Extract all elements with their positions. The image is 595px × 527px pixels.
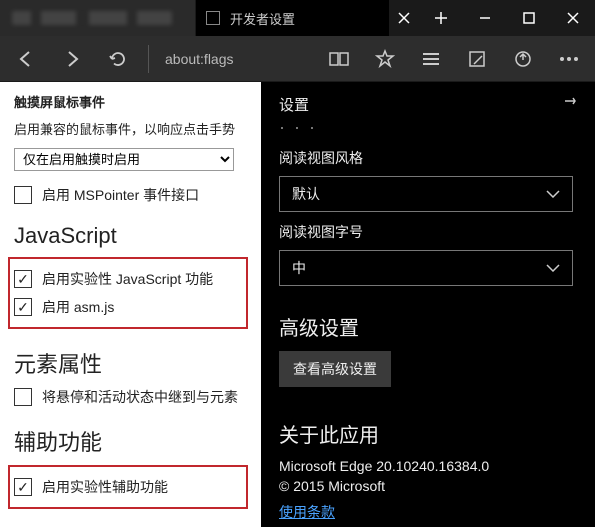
- a11y-heading: 辅助功能: [14, 425, 259, 457]
- panel-overflow-dots: · · ·: [279, 117, 573, 138]
- copyright-text: © 2015 Microsoft: [279, 478, 573, 494]
- touch-section-title: 触摸屏鼠标事件: [14, 92, 259, 111]
- tab-title: 开发者设置: [230, 9, 295, 28]
- mspointer-label: 启用 MSPointer 事件接口: [42, 185, 199, 205]
- a11y-experimental-label: 启用实验性辅助功能: [42, 477, 168, 497]
- settings-panel: 设置 · · · 阅读视图风格 默认 阅读视图字号 中 高级设置 查看高级设置 …: [261, 82, 595, 527]
- share-icon[interactable]: [503, 39, 543, 79]
- pin-icon[interactable]: [563, 94, 577, 113]
- minimize-button[interactable]: [463, 0, 507, 36]
- reading-style-value: 默认: [292, 184, 320, 204]
- reading-font-select[interactable]: 中: [279, 250, 573, 286]
- about-heading: 关于此应用: [279, 419, 573, 448]
- forward-button[interactable]: [52, 39, 92, 79]
- version-text: Microsoft Edge 20.10240.16384.0: [279, 458, 573, 474]
- mspointer-checkbox[interactable]: [14, 186, 32, 204]
- reading-style-label: 阅读视图风格: [279, 148, 573, 168]
- new-tab-button[interactable]: [419, 0, 463, 36]
- toolbar-separator: [148, 45, 149, 73]
- reading-view-icon[interactable]: [319, 39, 359, 79]
- more-icon[interactable]: [549, 39, 589, 79]
- address-bar[interactable]: about:flags: [159, 51, 313, 67]
- maximize-button[interactable]: [507, 0, 551, 36]
- terms-link[interactable]: 使用条款: [279, 502, 335, 522]
- javascript-heading: JavaScript: [14, 223, 259, 249]
- js-experimental-checkbox[interactable]: [14, 270, 32, 288]
- flags-page: 触摸屏鼠标事件 启用兼容的鼠标事件，以响应点击手势 仅在启用触摸时启用 启用 M…: [0, 82, 261, 527]
- reading-style-select[interactable]: 默认: [279, 176, 573, 212]
- js-experimental-label: 启用实验性 JavaScript 功能: [42, 269, 213, 289]
- a11y-highlight-box: 启用实验性辅助功能: [8, 465, 248, 509]
- settings-panel-title: 设置: [279, 94, 573, 115]
- view-advanced-button[interactable]: 查看高级设置: [279, 351, 391, 387]
- advanced-heading: 高级设置: [279, 312, 573, 341]
- refresh-button[interactable]: [98, 39, 138, 79]
- inactive-tab-title: [12, 11, 172, 25]
- asmjs-label: 启用 asm.js: [42, 297, 114, 317]
- chevron-down-icon: [546, 264, 560, 272]
- back-button[interactable]: [6, 39, 46, 79]
- inactive-tab[interactable]: [0, 0, 196, 36]
- active-tab[interactable]: 开发者设置: [196, 0, 389, 36]
- hub-icon[interactable]: [411, 39, 451, 79]
- element-heading: 元素属性: [14, 347, 259, 379]
- reading-font-label: 阅读视图字号: [279, 222, 573, 242]
- element-relay-label: 将悬停和活动状态中继到与元素: [42, 387, 238, 407]
- chevron-down-icon: [546, 190, 560, 198]
- touch-select[interactable]: 仅在启用触摸时启用: [14, 148, 234, 171]
- favorite-icon[interactable]: [365, 39, 405, 79]
- element-relay-checkbox[interactable]: [14, 388, 32, 406]
- asmjs-checkbox[interactable]: [14, 298, 32, 316]
- tab-close-button[interactable]: [389, 0, 419, 36]
- touch-desc: 启用兼容的鼠标事件，以响应点击手势: [14, 119, 259, 138]
- a11y-experimental-checkbox[interactable]: [14, 478, 32, 496]
- js-highlight-box: 启用实验性 JavaScript 功能 启用 asm.js: [8, 257, 248, 329]
- page-icon: [206, 11, 220, 25]
- reading-font-value: 中: [292, 258, 306, 278]
- webnote-icon[interactable]: [457, 39, 497, 79]
- window-close-button[interactable]: [551, 0, 595, 36]
